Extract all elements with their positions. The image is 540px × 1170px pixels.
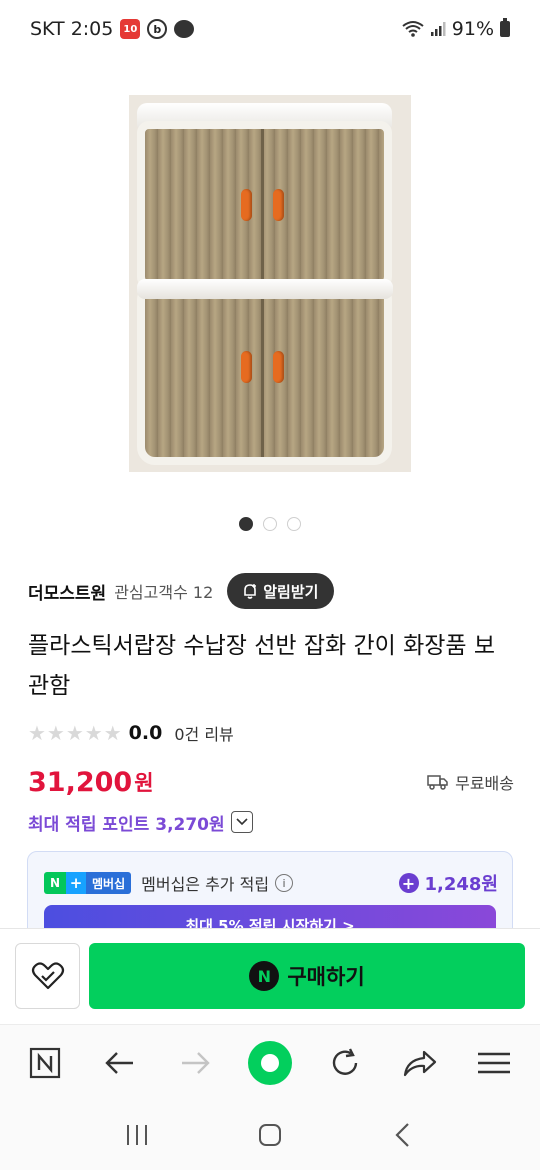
recent-apps-icon[interactable]	[112, 1110, 162, 1160]
b-app-icon: b	[147, 19, 168, 39]
carousel-dot[interactable]	[263, 517, 277, 531]
wishlist-button[interactable]	[15, 943, 80, 1009]
cabinet-lower	[137, 287, 392, 465]
back-arrow-icon[interactable]	[95, 1038, 145, 1088]
chat-app-icon	[174, 20, 195, 38]
plus-badge: +	[66, 872, 86, 894]
cabinet-upper	[137, 121, 392, 289]
naver-n-badge: N	[44, 872, 66, 894]
membership-row: N + 멤버십 멤버십은 추가 적립 i + 1,248원	[44, 868, 498, 898]
forward-arrow-icon[interactable]	[170, 1038, 220, 1088]
price: 31,200	[28, 766, 133, 798]
membership-badge-label: 멤버십	[86, 872, 132, 894]
plus-circle-icon: +	[398, 873, 419, 893]
refresh-icon[interactable]	[320, 1038, 370, 1088]
carrier-time: SKT 2:05	[30, 18, 114, 40]
share-icon[interactable]	[395, 1038, 445, 1088]
door-handle	[273, 189, 284, 221]
alarm-button[interactable]: 알림받기	[227, 573, 335, 609]
nplus-badge: N + 멤버십	[44, 872, 132, 894]
follower-count: 관심고객수 12	[114, 583, 214, 602]
info-icon[interactable]: i	[275, 874, 294, 892]
membership-points-value: 1,248원	[424, 874, 499, 895]
cabinet-shelf	[137, 279, 393, 299]
truck-icon	[427, 775, 448, 790]
home-button-icon[interactable]	[245, 1110, 295, 1160]
carousel-dot[interactable]	[287, 517, 301, 531]
buy-button[interactable]: N 구매하기	[89, 943, 525, 1009]
door-divider	[261, 295, 264, 457]
bell-plus-icon	[244, 584, 257, 599]
review-count[interactable]: 0건 리뷰	[174, 721, 233, 745]
heart-check-icon	[31, 962, 64, 990]
signal-icon	[430, 22, 446, 36]
door-handle	[241, 189, 252, 221]
price-currency: 원	[134, 771, 154, 795]
purchase-bar: N 구매하기	[0, 928, 540, 1024]
membership-points: + 1,248원	[398, 870, 499, 896]
back-icon[interactable]	[378, 1110, 428, 1160]
max-points: 최대 적립 포인트 3,270원	[28, 814, 225, 835]
wifi-icon	[402, 21, 424, 37]
npay-icon: N	[249, 961, 280, 991]
naver-n-icon[interactable]	[20, 1038, 70, 1088]
battery-percent: 91%	[451, 18, 494, 40]
battery-icon	[500, 18, 510, 37]
chevron-down-icon[interactable]	[230, 811, 253, 833]
door-handle	[241, 351, 252, 383]
menu-icon[interactable]	[469, 1038, 519, 1088]
price-row: 31,200 원 무료배송	[28, 763, 514, 801]
buy-button-label: 구매하기	[287, 965, 365, 989]
tvlo-app-icon: 10	[120, 19, 141, 39]
membership-text: 멤버십은 추가 적립	[141, 875, 270, 894]
browser-nav	[0, 1024, 540, 1100]
carousel-dots	[0, 517, 540, 531]
product-image[interactable]	[129, 95, 411, 472]
system-nav	[0, 1100, 540, 1170]
product-title: 플라스틱서랍장 수납장 선반 잡화 간이 화장품 보관함	[28, 633, 496, 699]
home-icon[interactable]	[245, 1038, 295, 1088]
store-row: 더모스트원 관심고객수 12 알림받기	[28, 573, 518, 609]
rating-value: 0.0	[128, 722, 163, 744]
status-right: 91%	[402, 18, 510, 40]
alarm-button-label: 알림받기	[263, 582, 319, 601]
shipping-info: 무료배송	[427, 770, 514, 794]
rating-row[interactable]: ★★★★★ 0.0 0건 리뷰	[28, 719, 234, 747]
points-row[interactable]: 최대 적립 포인트 3,270원	[28, 807, 253, 837]
status-left: SKT 2:05 10 b	[30, 18, 195, 40]
door-divider	[261, 129, 264, 281]
shipping-label: 무료배송	[455, 774, 514, 793]
carousel-dot-active[interactable]	[239, 517, 253, 531]
door-handle	[273, 351, 284, 383]
star-rating-icon: ★★★★★	[28, 721, 123, 745]
status-bar: SKT 2:05 10 b 91%	[0, 0, 540, 58]
store-name[interactable]: 더모스트원	[28, 579, 106, 604]
